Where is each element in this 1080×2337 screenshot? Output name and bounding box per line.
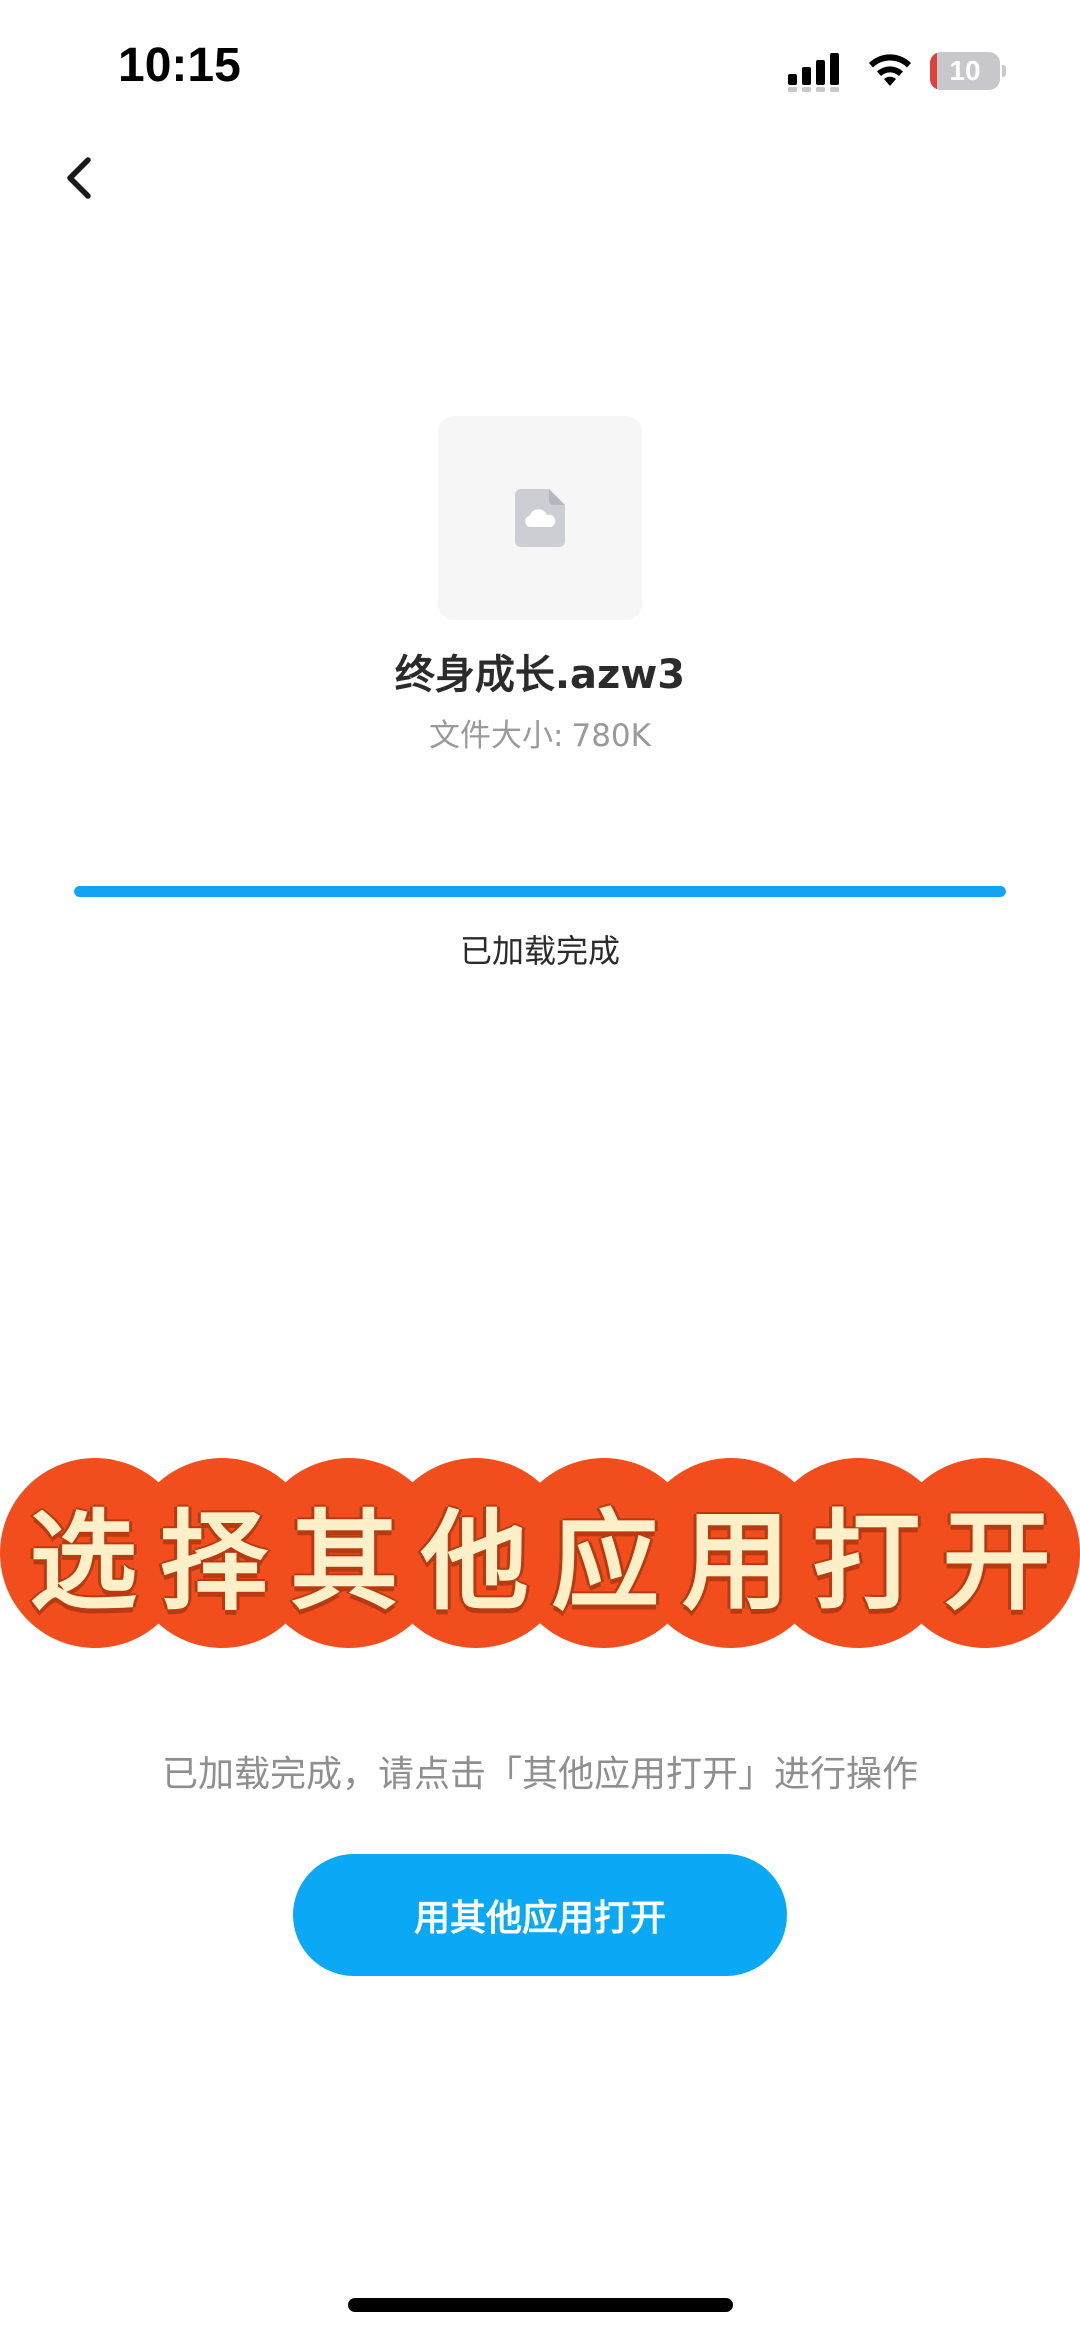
load-progress-fill <box>74 886 1006 897</box>
cellular-signal-icon <box>788 53 839 92</box>
promo-char: 应 <box>551 1499 660 1625</box>
file-name: 终身成长.azw3 <box>394 652 686 698</box>
promo-char: 他 <box>420 1499 529 1625</box>
chevron-left-icon <box>67 157 91 199</box>
promo-char: 用 <box>681 1499 790 1625</box>
wifi-icon <box>869 54 911 86</box>
instruction-hint: 已加载完成，请点击「其他应用打开」进行操作 <box>161 1754 918 1795</box>
promo-banner: 选 择 其 他 应 用 打 开 <box>0 1458 1080 1648</box>
home-indicator[interactable] <box>348 2298 733 2312</box>
file-thumbnail <box>438 416 642 620</box>
promo-banner-text: 选 择 其 他 应 用 打 开 <box>0 1458 1080 1648</box>
back-button[interactable] <box>50 148 110 208</box>
battery-indicator: 10 <box>930 52 1006 90</box>
status-time: 10:15 <box>118 39 241 92</box>
promo-char: 打 <box>812 1499 921 1625</box>
open-with-other-app-button[interactable]: 用其他应用打开 <box>293 1854 787 1976</box>
load-status: 已加载完成 <box>459 932 620 970</box>
battery-tip <box>1002 65 1006 77</box>
file-preview-screen: 10:15 10 终身成长.azw3 文件大小: 780K 已加载完成 选 择 … <box>0 0 1080 2337</box>
promo-char: 其 <box>290 1499 399 1625</box>
file-size-label: 文件大小: <box>429 718 564 754</box>
promo-char: 开 <box>942 1499 1051 1625</box>
load-progress-bar <box>74 886 1006 897</box>
file-size-value: 780K <box>571 718 651 754</box>
promo-char: 择 <box>159 1499 268 1625</box>
cloud-file-icon <box>515 489 565 547</box>
promo-char: 选 <box>29 1499 138 1625</box>
battery-icon: 10 <box>930 52 1000 90</box>
file-size: 文件大小: 780K <box>0 710 1080 755</box>
battery-level: 10 <box>949 55 981 86</box>
status-bar: 10:15 10 <box>0 0 1080 140</box>
